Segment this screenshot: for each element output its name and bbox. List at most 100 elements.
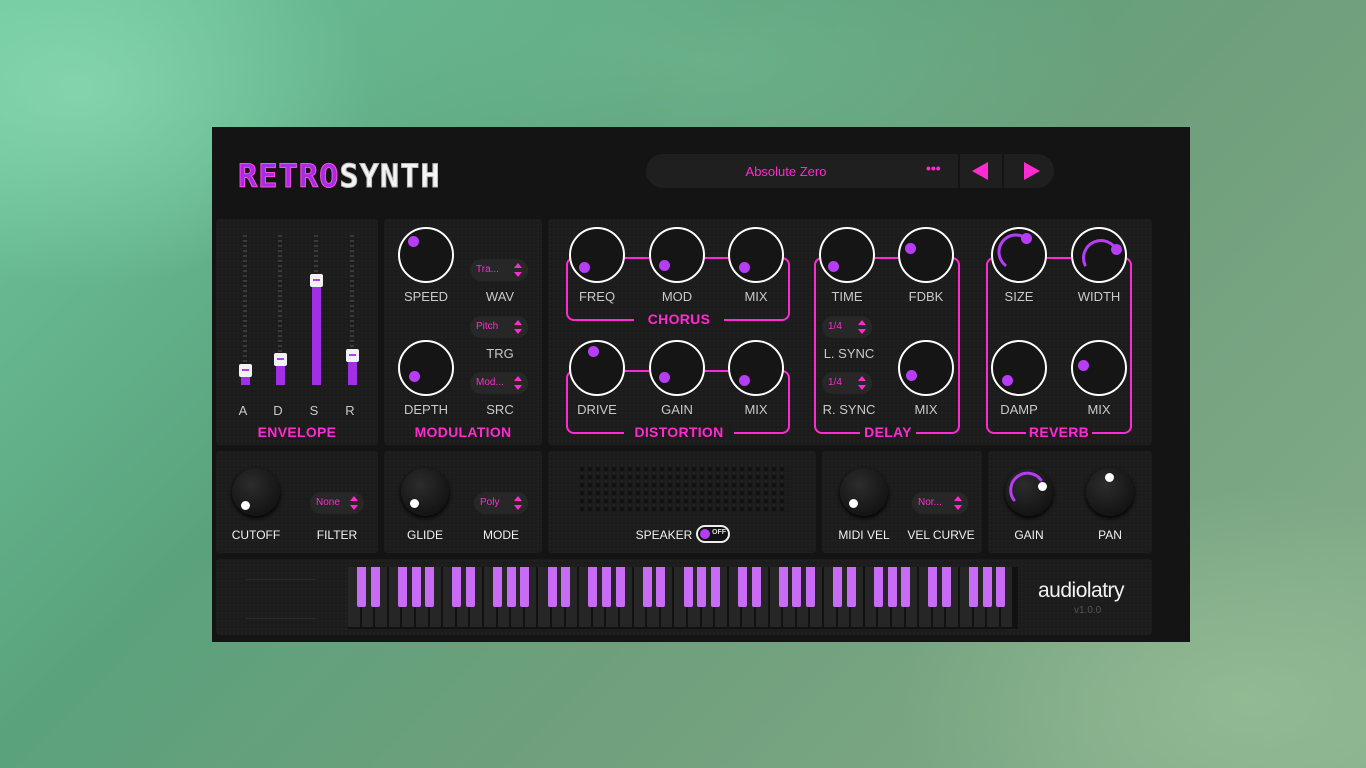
distortion-gain-label: GAIN bbox=[661, 402, 693, 417]
drive-knob[interactable] bbox=[569, 340, 625, 396]
mode-value: Poly bbox=[480, 497, 500, 508]
black-key[interactable] bbox=[941, 567, 951, 607]
arrow-left-icon[interactable] bbox=[972, 162, 988, 180]
knob-indicator bbox=[410, 499, 419, 508]
black-key[interactable] bbox=[656, 567, 666, 607]
depth-knob[interactable] bbox=[398, 340, 454, 396]
black-key[interactable] bbox=[370, 567, 380, 607]
delay-time-knob[interactable] bbox=[819, 227, 875, 283]
black-key[interactable] bbox=[737, 567, 747, 607]
slider-thumb[interactable] bbox=[346, 349, 359, 362]
preset-name[interactable]: Absolute Zero bbox=[706, 164, 866, 179]
black-key[interactable] bbox=[887, 567, 897, 607]
vel-curve-select[interactable]: Nor... bbox=[912, 492, 968, 514]
delay-mix-label: MIX bbox=[914, 402, 938, 417]
rsync-select[interactable]: 1/4 bbox=[822, 372, 872, 394]
speaker-toggle[interactable]: OFF bbox=[696, 525, 730, 543]
black-key[interactable] bbox=[928, 567, 938, 607]
black-key[interactable] bbox=[901, 567, 911, 607]
black-key[interactable] bbox=[493, 567, 503, 607]
black-key[interactable] bbox=[520, 567, 530, 607]
filter-select[interactable]: None bbox=[310, 492, 364, 514]
speed-knob[interactable] bbox=[398, 227, 454, 283]
slider-thumb[interactable] bbox=[310, 274, 323, 287]
chorus-mod-knob[interactable] bbox=[649, 227, 705, 283]
black-key[interactable] bbox=[996, 567, 1006, 607]
black-key[interactable] bbox=[601, 567, 611, 607]
cutoff-knob[interactable] bbox=[232, 468, 280, 516]
chorus-title: CHORUS bbox=[634, 311, 724, 327]
black-key[interactable] bbox=[465, 567, 475, 607]
black-key[interactable] bbox=[697, 567, 707, 607]
black-key[interactable] bbox=[833, 567, 843, 607]
distortion-gain-knob[interactable] bbox=[649, 340, 705, 396]
delay-mix-knob[interactable] bbox=[898, 340, 954, 396]
black-key[interactable] bbox=[615, 567, 625, 607]
black-key[interactable] bbox=[969, 567, 979, 607]
slider-thumb[interactable] bbox=[239, 364, 252, 377]
lsync-select[interactable]: 1/4 bbox=[822, 316, 872, 338]
lsync-label: L. SYNC bbox=[823, 346, 875, 361]
glide-label: GLIDE bbox=[406, 528, 443, 542]
trg-select[interactable]: Pitch bbox=[470, 316, 528, 338]
src-select[interactable]: Mod... bbox=[470, 372, 528, 394]
reverb-title: REVERB bbox=[1026, 424, 1092, 440]
delay-fdbk-knob[interactable] bbox=[898, 227, 954, 283]
more-icon[interactable]: ••• bbox=[926, 160, 941, 176]
version-text: v1.0.0 bbox=[1074, 605, 1102, 616]
filter-value: None bbox=[316, 497, 340, 508]
slider-thumb[interactable] bbox=[274, 353, 287, 366]
reverb-size-knob[interactable] bbox=[991, 227, 1047, 283]
plugin-window: RETROSYNTH Absolute Zero ••• A D S R ENV… bbox=[212, 127, 1190, 642]
pitch-wheel-area[interactable] bbox=[246, 579, 316, 619]
reverb-damp-knob[interactable] bbox=[991, 340, 1047, 396]
chevron-updown-icon bbox=[514, 496, 522, 510]
black-key[interactable] bbox=[805, 567, 815, 607]
black-key[interactable] bbox=[710, 567, 720, 607]
modulation-panel: SPEED DEPTH Tra... WAV Pitch TRG Mod... … bbox=[384, 219, 542, 445]
chevron-updown-icon bbox=[954, 496, 962, 510]
black-key[interactable] bbox=[642, 567, 652, 607]
depth-label: DEPTH bbox=[403, 402, 449, 417]
black-key[interactable] bbox=[411, 567, 421, 607]
black-key[interactable] bbox=[397, 567, 407, 607]
black-key[interactable] bbox=[588, 567, 598, 607]
black-key[interactable] bbox=[561, 567, 571, 607]
piano-keyboard[interactable] bbox=[348, 567, 1018, 629]
wav-select[interactable]: Tra... bbox=[470, 259, 528, 281]
black-key[interactable] bbox=[357, 567, 367, 607]
gain-knob[interactable] bbox=[1005, 468, 1053, 516]
envelope-panel: A D S R ENVELOPE bbox=[216, 219, 378, 445]
black-key[interactable] bbox=[547, 567, 557, 607]
chorus-freq-knob[interactable] bbox=[569, 227, 625, 283]
black-key[interactable] bbox=[452, 567, 462, 607]
pan-knob[interactable] bbox=[1086, 468, 1134, 516]
black-key[interactable] bbox=[506, 567, 516, 607]
black-key[interactable] bbox=[683, 567, 693, 607]
reverb-width-knob[interactable] bbox=[1071, 227, 1127, 283]
black-key[interactable] bbox=[792, 567, 802, 607]
black-key[interactable] bbox=[425, 567, 435, 607]
glide-panel: GLIDE Poly MODE bbox=[384, 451, 542, 553]
wav-label: WAV bbox=[485, 289, 515, 304]
black-key[interactable] bbox=[778, 567, 788, 607]
slider-track[interactable] bbox=[243, 235, 247, 385]
glide-knob[interactable] bbox=[401, 468, 449, 516]
arrow-right-icon[interactable] bbox=[1024, 162, 1040, 180]
delay-time-label: TIME bbox=[831, 289, 863, 304]
black-key[interactable] bbox=[846, 567, 856, 607]
distortion-mix-knob[interactable] bbox=[728, 340, 784, 396]
gain-label: GAIN bbox=[1014, 528, 1044, 542]
black-key[interactable] bbox=[873, 567, 883, 607]
knob-indicator bbox=[659, 260, 670, 271]
midi-vel-knob[interactable] bbox=[840, 468, 888, 516]
distortion-mix-label: MIX bbox=[744, 402, 768, 417]
knob-arc bbox=[1009, 471, 1043, 502]
reverb-size-label: SIZE bbox=[1004, 289, 1034, 304]
mode-select[interactable]: Poly bbox=[474, 492, 528, 514]
black-key[interactable] bbox=[982, 567, 992, 607]
black-key[interactable] bbox=[751, 567, 761, 607]
reverb-mix-knob[interactable] bbox=[1071, 340, 1127, 396]
separator bbox=[1002, 154, 1004, 188]
chorus-mix-knob[interactable] bbox=[728, 227, 784, 283]
